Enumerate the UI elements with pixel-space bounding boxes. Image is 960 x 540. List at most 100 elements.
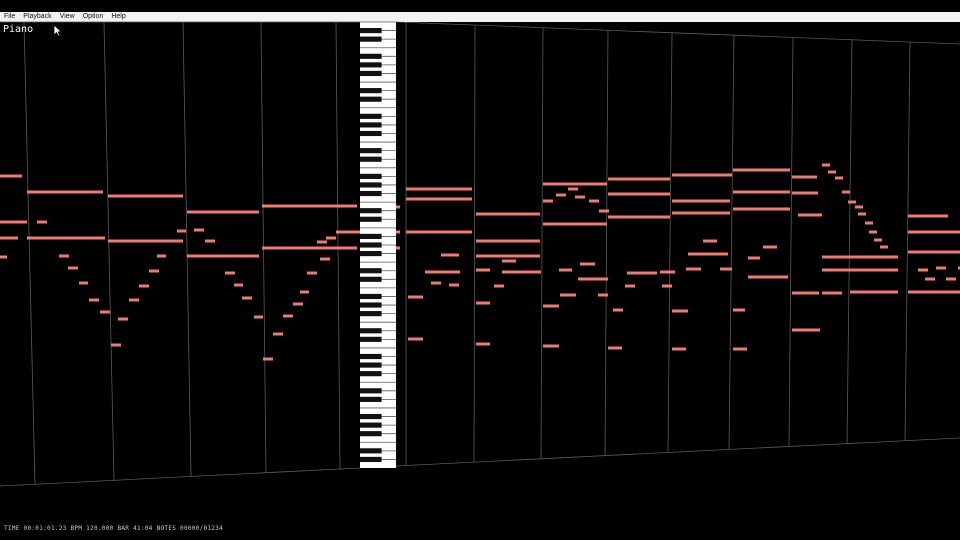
status-readout: TIME 00:01:01.23 BPM 120.000 BAR 41:04 N… (4, 525, 224, 532)
grid-measure-line (473, 25, 476, 463)
note-bar (660, 270, 675, 274)
note-bar (408, 295, 423, 299)
note-bar (880, 245, 888, 249)
note-bar (850, 268, 898, 272)
note-bar (733, 207, 790, 211)
note-bar (733, 190, 790, 194)
grid-measure-line (540, 27, 544, 459)
black-key (360, 328, 382, 334)
note-bar (835, 176, 843, 180)
note-bar (476, 301, 490, 305)
black-key (360, 148, 382, 154)
black-key (360, 233, 382, 239)
note-bar (89, 298, 99, 302)
note-bar (440, 270, 460, 274)
black-key (360, 276, 382, 282)
note-bar (129, 298, 139, 302)
note-bar (234, 283, 243, 287)
note-bar (149, 269, 159, 273)
note-bar (0, 236, 18, 240)
note-bar (792, 175, 817, 179)
note-bar (865, 221, 873, 225)
note-bar (672, 211, 730, 215)
black-key (360, 130, 382, 137)
black-key (360, 190, 382, 197)
note-bar (476, 254, 540, 258)
note-bar (672, 173, 732, 177)
note-bar (262, 204, 357, 208)
note-bar (27, 236, 105, 240)
black-key (360, 431, 382, 437)
note-bar (764, 190, 776, 194)
grid-measure-line (335, 21, 341, 470)
note-bar (139, 284, 149, 288)
black-key (360, 122, 382, 128)
note-bar (748, 275, 788, 279)
black-key (360, 413, 382, 420)
note-bar (307, 271, 317, 275)
note-bar (598, 293, 608, 297)
note-bar (408, 337, 423, 341)
note-bar (476, 268, 490, 272)
note-bar (516, 270, 541, 274)
note-bar (855, 205, 863, 209)
note-bar (908, 230, 960, 234)
note-bar (431, 281, 441, 285)
note-bar (543, 304, 559, 308)
note-bar (111, 343, 121, 347)
black-key (360, 88, 382, 94)
black-key (360, 36, 382, 42)
black-key (360, 353, 382, 360)
grid-measure-line (103, 21, 115, 481)
note-bar (608, 215, 670, 219)
note-bar (242, 296, 252, 300)
note-bar (672, 199, 730, 203)
black-key (360, 53, 382, 59)
black-key (360, 396, 382, 402)
grid-top-edge-right (395, 21, 960, 45)
note-bar (848, 200, 856, 204)
note-bar (589, 199, 599, 203)
note-bar (688, 252, 728, 256)
note-bar (733, 168, 790, 172)
grid-measure-line (604, 30, 609, 456)
note-bar (580, 262, 595, 266)
note-bar (118, 317, 128, 321)
note-bar (842, 190, 850, 194)
note-bar (476, 212, 540, 216)
note-bar (59, 254, 69, 258)
note-bar (686, 267, 701, 271)
note-bar (936, 266, 946, 270)
note-bar (720, 267, 732, 271)
note-bar (613, 308, 623, 312)
note-bar (822, 255, 852, 259)
black-key (360, 293, 382, 300)
note-bar (187, 254, 259, 258)
note-bar (543, 344, 559, 348)
note-bar (792, 291, 819, 295)
note-bar (908, 250, 960, 254)
note-bar (37, 220, 47, 224)
mouse-cursor-icon (53, 24, 62, 37)
note-bar (858, 212, 866, 216)
note-bar (733, 347, 747, 351)
grid-measure-line (904, 42, 911, 441)
piano-roll-grid (0, 21, 960, 487)
note-layer (0, 163, 960, 361)
note-bar (320, 257, 330, 261)
note-bar (300, 290, 309, 294)
note-bar (798, 213, 822, 217)
note-bar (672, 309, 688, 313)
note-bar (263, 357, 273, 361)
black-key (360, 182, 382, 188)
note-bar (283, 314, 293, 318)
black-key (360, 336, 382, 342)
note-bar (578, 277, 608, 281)
note-bar (157, 254, 166, 258)
note-bar (205, 239, 215, 243)
note-bar (502, 270, 516, 274)
note-bar (792, 191, 818, 195)
piano-roll-canvas[interactable] (0, 0, 960, 540)
note-bar (672, 347, 686, 351)
note-bar (560, 293, 576, 297)
